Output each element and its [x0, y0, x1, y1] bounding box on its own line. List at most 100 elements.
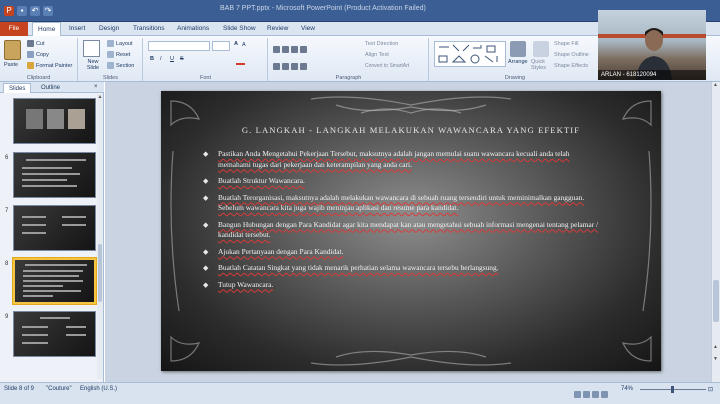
tab-animations[interactable]: Animations: [172, 22, 214, 36]
numbering-icon: [282, 46, 289, 54]
bullet-item: ◆ Ajukan Pertanyaan dengan Para Kandidat…: [203, 247, 603, 258]
tab-design[interactable]: Design: [94, 22, 124, 36]
layout-icon: [107, 40, 114, 47]
webcam-label: ARLAN - 618120094: [598, 70, 706, 80]
bullet-text: Buatlah Catatan Singkat yang tidak menar…: [218, 263, 499, 272]
shrink-font-icon[interactable]: A: [242, 42, 246, 48]
bullet-text: Tutup Wawancara.: [218, 279, 274, 289]
italic-button[interactable]: I: [160, 56, 162, 62]
thumb-line: [22, 216, 46, 218]
status-bar: Slide 8 of 9 "Couture" English (U.S.) 74…: [0, 382, 720, 404]
new-slide-button[interactable]: New Slide: [81, 59, 105, 71]
tab-view[interactable]: View: [296, 22, 320, 36]
reset-icon: [107, 51, 114, 58]
slide-thumbnail[interactable]: [13, 152, 96, 198]
drawing-label: Drawing: [504, 75, 526, 81]
bullet-item: ◆ Bangun Hubungan dengan Para Kandidat a…: [203, 220, 603, 241]
save-icon[interactable]: ▪: [17, 6, 27, 16]
shapes-gallery[interactable]: [434, 41, 506, 67]
format-painter-icon: [27, 62, 34, 69]
list-buttons[interactable]: [273, 41, 359, 54]
scroll-thumb[interactable]: [713, 280, 719, 322]
bullet-text: Ajukan Pertanyaan dengan Para Kandidat.: [218, 246, 344, 256]
webcam-overlay: ARLAN - 618120094: [598, 10, 706, 80]
close-panel-icon[interactable]: ×: [94, 84, 98, 90]
grow-font-icon[interactable]: A: [234, 41, 238, 47]
section-button[interactable]: Section: [107, 62, 134, 69]
font-label: Font: [199, 75, 211, 81]
tab-transitions[interactable]: Transitions: [128, 22, 170, 36]
copy-button[interactable]: Copy: [27, 51, 49, 58]
bullet-list[interactable]: ◆ Pastikan Anda Mengetahui Pekerjaan Ters…: [203, 149, 603, 296]
font-name-box[interactable]: [148, 41, 210, 51]
cut-button[interactable]: Cut: [27, 40, 45, 47]
reset-label: Reset: [116, 51, 131, 58]
tab-home[interactable]: Home: [32, 22, 62, 36]
tab-outline[interactable]: Outline: [36, 83, 65, 93]
previous-slide-icon[interactable]: ▲: [713, 344, 718, 350]
slide-title[interactable]: G. LANGKAH - LANGKAH MELAKUKAN WAWANCARA…: [161, 125, 661, 135]
thumb-line: [26, 159, 86, 161]
bullet-item: ◆ Tutup Wawancara.: [203, 280, 603, 291]
slides-panel-scrollbar[interactable]: ▲: [97, 94, 103, 379]
bullet-item: ◆ Buatlah Catatan Singkat yang tidak mena…: [203, 263, 603, 274]
paste-button[interactable]: Paste: [4, 62, 18, 68]
layout-button[interactable]: Layout: [107, 40, 133, 47]
shapes-icon: [438, 44, 498, 64]
slide-thumbnail-selected[interactable]: [13, 258, 96, 304]
bullet-text: Bangun Hubungan dengan Para Kandidat aga…: [218, 219, 599, 240]
editor-scrollbar[interactable]: ▲ ▲ ▼: [711, 82, 720, 382]
tab-file[interactable]: File: [0, 22, 28, 36]
view-buttons[interactable]: [574, 386, 614, 399]
thumb-line: [23, 290, 81, 292]
tab-slide-show[interactable]: Slide Show: [218, 22, 261, 36]
thumb-line: [22, 232, 46, 234]
font-size-box[interactable]: [212, 41, 230, 51]
reset-button[interactable]: Reset: [107, 51, 130, 58]
slide-canvas[interactable]: G. LANGKAH - LANGKAH MELAKUKAN WAWANCARA…: [161, 91, 661, 371]
slide-thumbnail[interactable]: [13, 205, 96, 251]
strikethrough-button[interactable]: S: [180, 56, 184, 62]
scroll-thumb[interactable]: [98, 244, 102, 302]
tab-slides[interactable]: Slides: [3, 83, 32, 93]
convert-smartart-button[interactable]: Convert to SmartArt: [365, 63, 409, 69]
scroll-up-icon[interactable]: ▲: [713, 82, 718, 88]
align-buttons[interactable]: [273, 58, 359, 71]
slide-thumbnail[interactable]: [13, 98, 96, 144]
format-painter-button[interactable]: Format Painter: [27, 62, 72, 69]
normal-view-icon: [574, 391, 581, 399]
font-color-icon[interactable]: [236, 56, 245, 65]
bold-button[interactable]: B: [150, 56, 154, 62]
shape-fill-button[interactable]: Shape Fill: [554, 41, 578, 47]
arrange-icon[interactable]: [510, 41, 526, 57]
fit-slide-icon[interactable]: ⊡: [708, 386, 713, 393]
text-direction-button[interactable]: Text Direction: [365, 41, 398, 47]
thumbnail-number: 9: [5, 314, 9, 320]
quick-styles-icon[interactable]: [533, 41, 549, 57]
undo-icon[interactable]: ↶: [30, 6, 40, 16]
underline-button[interactable]: U: [170, 56, 174, 62]
tab-insert[interactable]: Insert: [64, 22, 90, 36]
bullet-icon: ◆: [203, 220, 209, 229]
paragraph-group: Text Direction Align Text Convert to Sma…: [269, 38, 429, 81]
zoom-level[interactable]: 74%: [621, 386, 633, 392]
arrange-button[interactable]: Arrange: [508, 59, 528, 65]
shape-effects-button[interactable]: Shape Effects: [554, 63, 588, 69]
next-slide-icon[interactable]: ▼: [713, 356, 718, 362]
redo-icon[interactable]: ↷: [43, 6, 53, 16]
thumb-line: [62, 224, 86, 226]
tab-review[interactable]: Review: [262, 22, 293, 36]
panel-tabs: Slides Outline ×: [0, 82, 104, 93]
copy-icon: [27, 51, 34, 58]
language-indicator[interactable]: English (U.S.): [80, 386, 117, 392]
thumb-line: [22, 167, 72, 169]
paste-icon[interactable]: [4, 40, 21, 60]
slide-thumbnail[interactable]: [13, 311, 96, 357]
new-slide-icon[interactable]: [83, 40, 100, 57]
zoom-slider-thumb[interactable]: [671, 386, 674, 393]
quick-styles-button[interactable]: Quick Styles: [531, 59, 551, 71]
align-text-button[interactable]: Align Text: [365, 52, 389, 58]
scroll-up-icon[interactable]: ▲: [97, 94, 103, 100]
powerpoint-app-icon[interactable]: P: [4, 6, 14, 16]
shape-outline-button[interactable]: Shape Outline: [554, 52, 589, 58]
